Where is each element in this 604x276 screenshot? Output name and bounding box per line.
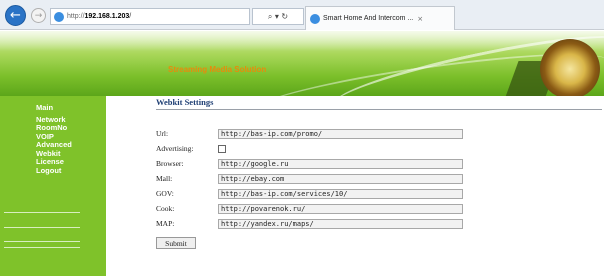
mall-label: Mall:: [156, 174, 173, 183]
map-input[interactable]: http://yandex.ru/maps/: [218, 218, 463, 229]
browser-label: Browser:: [156, 159, 184, 168]
ie-icon: [310, 13, 320, 24]
sidebar-divider: [4, 247, 80, 248]
close-tab-icon[interactable]: ×: [417, 15, 423, 23]
browser-toolbar: ← → http:// 192.168.1.203 / ⌕ ▾ ↻ Smart …: [0, 0, 604, 30]
webkit-settings-panel: Webkit Settings Advertising: Url: http:/…: [156, 96, 604, 249]
cook-input[interactable]: http://povarenok.ru/: [218, 203, 463, 214]
sidebar-divider: [4, 241, 80, 242]
header-banner: [0, 31, 604, 96]
gov-label: GOV:: [156, 189, 174, 198]
address-bar[interactable]: http:// 192.168.1.203 /: [50, 8, 250, 25]
advertising-label: Advertising:: [156, 144, 194, 153]
sidebar: Main Network RoomNo VOIP Advanced Webkit…: [0, 96, 106, 276]
map-label: MAP:: [156, 219, 175, 228]
mall-input[interactable]: http://ebay.com: [218, 173, 463, 184]
gov-row: GOV: http://bas-ip.com/services/10/: [156, 188, 463, 199]
advertising-checkbox[interactable]: [218, 144, 226, 153]
ie-icon: [54, 11, 64, 22]
sidebar-divider: [4, 227, 80, 228]
browser-input[interactable]: http://google.ru: [218, 158, 463, 169]
address-host: 192.168.1.203: [84, 13, 130, 20]
cook-row: Cook: http://povarenok.ru/: [156, 203, 463, 214]
tab-title: Smart Home And Intercom ...: [323, 15, 414, 22]
banner-graphic: [540, 39, 600, 96]
sidebar-item-logout[interactable]: Logout: [0, 166, 106, 176]
search-refresh-icons[interactable]: ⌕ ▾ ↻: [252, 8, 304, 25]
tab-active[interactable]: Smart Home And Intercom ... ×: [305, 6, 455, 30]
title-divider: [156, 109, 602, 110]
banner-title: Streaming Media Solution: [168, 65, 267, 74]
submit-button[interactable]: Submit: [156, 237, 196, 249]
cook-label: Cook:: [156, 204, 175, 213]
sidebar-divider: [4, 212, 80, 213]
url-input[interactable]: http://bas-ip.com/promo/: [218, 128, 463, 139]
url-label: Url:: [156, 129, 169, 138]
mall-row: Mall: http://ebay.com: [156, 173, 463, 184]
back-arrow-icon[interactable]: ←: [5, 5, 26, 26]
map-row: MAP: http://yandex.ru/maps/: [156, 218, 463, 229]
forward-arrow-icon[interactable]: →: [31, 8, 46, 23]
browser-row: Browser: http://google.ru: [156, 158, 463, 169]
advertising-row: Advertising:: [156, 143, 226, 154]
page-title: Webkit Settings: [156, 97, 214, 107]
address-protocol: http://: [67, 13, 85, 20]
gov-input[interactable]: http://bas-ip.com/services/10/: [218, 188, 463, 199]
address-path: /: [129, 13, 132, 20]
sidebar-item-main[interactable]: Main: [0, 103, 106, 113]
url-row: Url: http://bas-ip.com/promo/: [156, 128, 463, 139]
